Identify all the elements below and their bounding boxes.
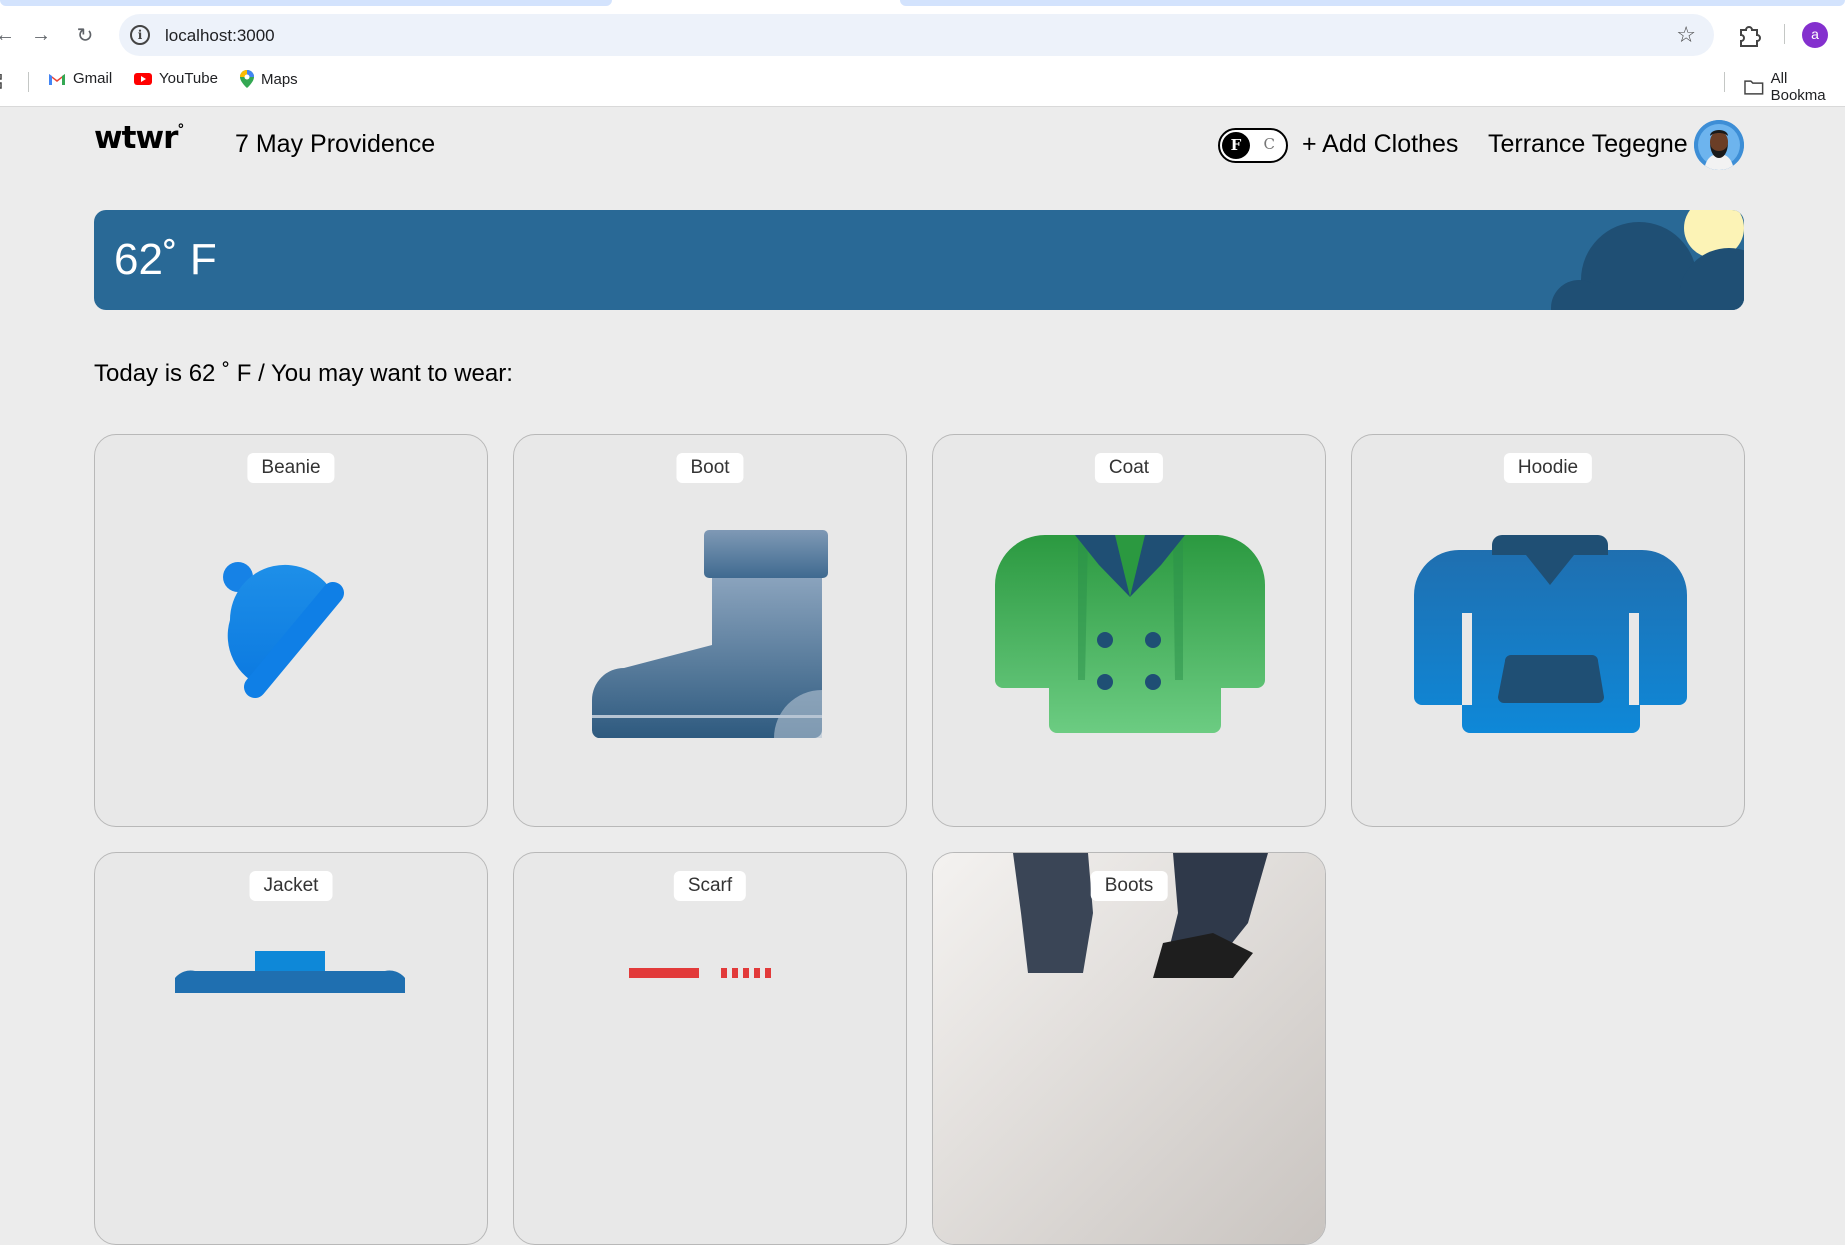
maps-icon xyxy=(240,70,254,88)
logo[interactable]: wtwr° xyxy=(94,120,184,156)
extensions-icon[interactable] xyxy=(1736,22,1762,48)
clothing-card-beanie[interactable]: Beanie xyxy=(94,434,488,827)
boots-photo xyxy=(933,853,1325,1244)
toggle-active-f: F xyxy=(1222,132,1250,159)
reload-icon[interactable]: ↻ xyxy=(72,22,98,48)
app-header: wtwr° 7 May Providence F C + Add Clothes… xyxy=(94,120,1744,170)
divider xyxy=(28,72,29,92)
divider xyxy=(1784,24,1785,44)
clothing-card-boot[interactable]: Boot xyxy=(513,434,907,827)
forward-icon[interactable]: → xyxy=(28,22,54,48)
site-info-icon[interactable]: i xyxy=(130,25,150,45)
tab-strip xyxy=(0,0,1845,6)
bookmark-maps[interactable]: Maps xyxy=(240,70,298,88)
gmail-icon xyxy=(49,73,65,85)
beanie-icon xyxy=(223,562,344,698)
all-bookmarks[interactable]: All Bookma xyxy=(1744,70,1845,104)
tab-inactive[interactable] xyxy=(900,0,1845,6)
weather-temperature: 62˚ F xyxy=(114,235,217,284)
jacket-icon xyxy=(175,951,405,993)
bookmarks-bar: Gmail YouTube Maps All Bookma xyxy=(0,66,1845,104)
address-bar[interactable]: i localhost:3000 ☆ xyxy=(119,14,1714,56)
coat-icon xyxy=(995,535,1265,733)
username[interactable]: Terrance Tegegne xyxy=(1488,130,1688,159)
date-location: 7 May Providence xyxy=(235,130,436,158)
browser-chrome: ← → ↻ i localhost:3000 ☆ a Gmail YouTube… xyxy=(0,0,1845,107)
url-text[interactable]: localhost:3000 xyxy=(165,26,275,46)
divider xyxy=(1724,72,1725,92)
card-label: Boots xyxy=(1090,871,1168,901)
add-clothes-button[interactable]: + Add Clothes xyxy=(1302,130,1458,159)
folder-icon xyxy=(1744,80,1764,95)
tab-inactive[interactable] xyxy=(0,0,612,6)
clothing-card-hoodie[interactable]: Hoodie xyxy=(1351,434,1745,827)
back-icon[interactable]: ← xyxy=(0,22,18,48)
avatar[interactable] xyxy=(1694,120,1744,170)
profile-avatar[interactable]: a xyxy=(1802,22,1828,48)
scarf-icon xyxy=(629,968,771,978)
clothing-card-coat[interactable]: Coat xyxy=(932,434,1326,827)
apps-grid-icon[interactable] xyxy=(0,74,10,90)
youtube-icon xyxy=(134,72,152,85)
toggle-inactive-c: C xyxy=(1263,135,1275,153)
boot-icon xyxy=(591,530,828,738)
cloud-sun-icon xyxy=(1551,210,1744,310)
temperature-unit-toggle[interactable]: F C xyxy=(1218,128,1288,163)
clothing-card-scarf[interactable]: Scarf xyxy=(513,852,907,1245)
clothing-card-boots[interactable]: Boots xyxy=(932,852,1326,1245)
bookmark-star-icon[interactable]: ☆ xyxy=(1676,22,1696,48)
bookmark-gmail[interactable]: Gmail xyxy=(48,70,112,87)
hoodie-icon xyxy=(1414,535,1687,733)
recommendation-text: Today is 62 ˚ F / You may want to wear: xyxy=(94,360,513,387)
weather-card: 62˚ F xyxy=(94,210,1744,310)
clothing-card-jacket[interactable]: Jacket xyxy=(94,852,488,1245)
bookmark-youtube[interactable]: YouTube xyxy=(134,70,218,87)
